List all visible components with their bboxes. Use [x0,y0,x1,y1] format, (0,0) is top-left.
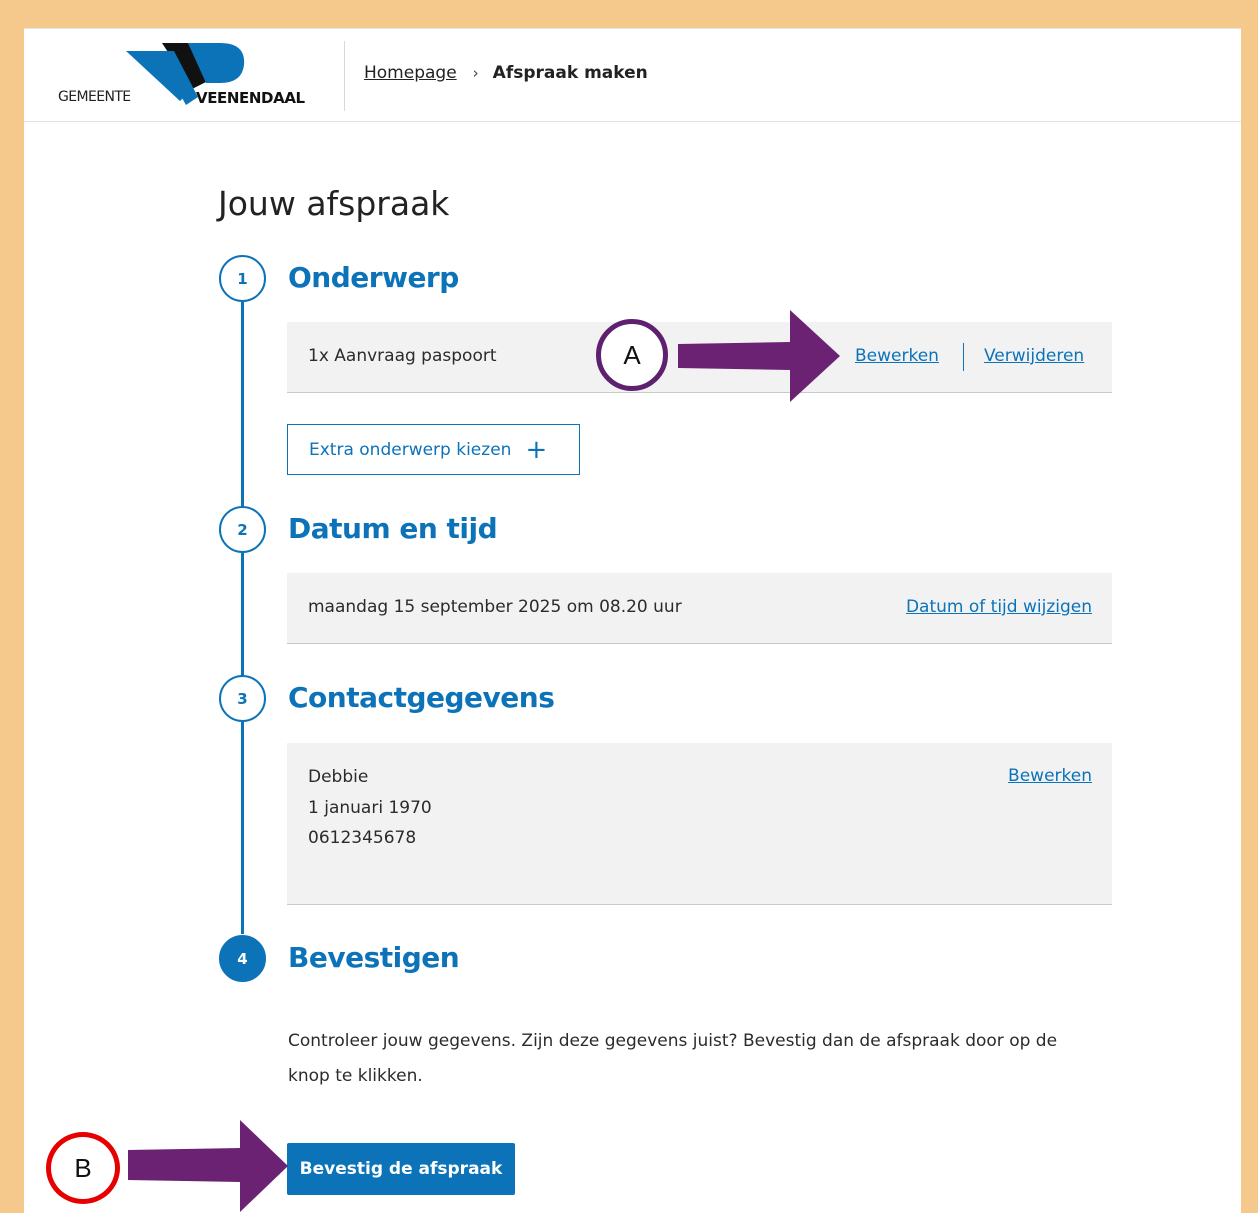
step-1-indicator: 1 [219,255,266,302]
chevron-right-icon: › [472,64,479,82]
breadcrumb: Homepage › Afspraak maken [364,63,648,83]
page-title: Jouw afspraak [218,184,450,223]
header-divider [344,41,345,111]
contact-birthdate: 1 januari 1970 [308,798,432,818]
link-divider [963,343,964,371]
gemeente-veenendaal-logo[interactable]: GEMEENTE VEENENDAAL [58,43,326,109]
annotation-marker-b: B [46,1132,120,1204]
appointment-page: GEMEENTE VEENENDAAL Homepage › Afspraak … [24,28,1241,1213]
arrow-right-icon [128,1120,288,1212]
logo-text-gemeente: GEMEENTE [58,89,131,105]
edit-subject-link[interactable]: Bewerken [855,346,939,366]
step-1-title: Onderwerp [288,261,459,294]
delete-subject-link[interactable]: Verwijderen [984,346,1084,366]
edit-contact-link[interactable]: Bewerken [1008,766,1092,786]
step-2-title: Datum en tijd [288,512,498,545]
breadcrumb-current: Afspraak maken [492,63,648,83]
step-4-title: Bevestigen [288,941,460,974]
step-3-title: Contactgegevens [288,681,555,714]
confirm-appointment-button[interactable]: Bevestig de afspraak [287,1143,515,1195]
contact-phone: 0612345678 [308,828,417,848]
breadcrumb-home-link[interactable]: Homepage [364,63,457,83]
annotation-marker-a: A [596,319,668,391]
step-connector-1 [241,302,244,509]
step-connector-2 [241,553,244,679]
plus-icon: + [525,434,548,465]
datetime-panel: maandag 15 september 2025 om 08.20 uur D… [287,573,1112,644]
datetime-value: maandag 15 september 2025 om 08.20 uur [308,597,682,617]
add-subject-button[interactable]: Extra onderwerp kiezen + [287,424,580,475]
step-4-indicator: 4 [219,935,266,982]
site-header: GEMEENTE VEENENDAAL Homepage › Afspraak … [24,29,1241,122]
contact-panel: Debbie 1 januari 1970 0612345678 Bewerke… [287,743,1112,905]
step-connector-3 [241,722,244,934]
confirm-instruction: Controleer jouw gegevens. Zijn deze gege… [288,1031,1058,1086]
add-subject-label: Extra onderwerp kiezen [309,439,512,460]
change-datetime-link[interactable]: Datum of tijd wijzigen [906,597,1092,617]
step-2-indicator: 2 [219,506,266,553]
step-3-indicator: 3 [219,675,266,722]
logo-text-veenendaal: VEENENDAAL [196,89,305,107]
arrow-right-icon [678,310,840,402]
subject-item: 1x Aanvraag paspoort [308,346,497,366]
contact-name: Debbie [308,767,369,787]
